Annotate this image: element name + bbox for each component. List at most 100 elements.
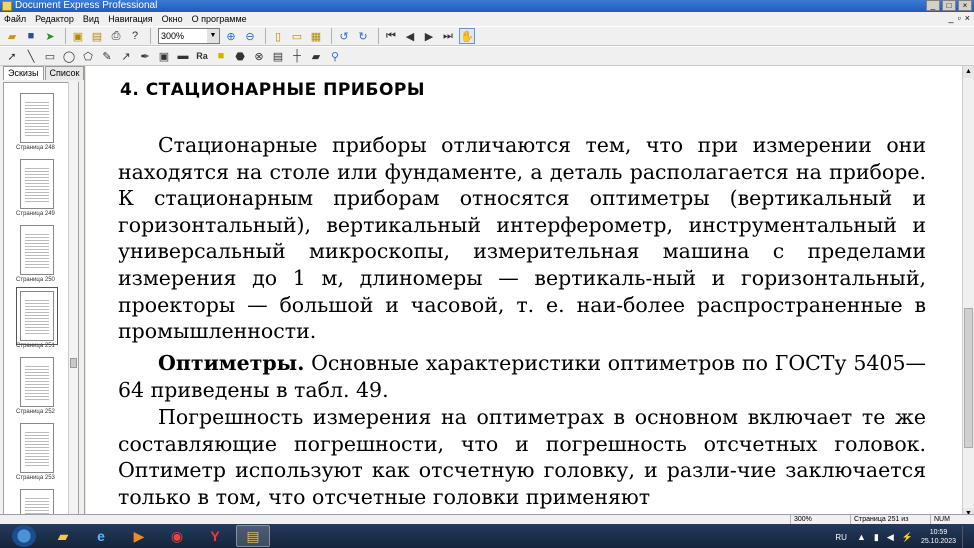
close-button[interactable]: × <box>958 0 972 11</box>
line-icon[interactable]: ╲ <box>23 48 39 64</box>
pen-icon[interactable]: ✒ <box>137 48 153 64</box>
fit-width-icon[interactable]: ▭ <box>289 28 305 44</box>
tab-thumbnails[interactable]: Эскизы <box>3 66 44 80</box>
page-settings-icon[interactable]: ▤ <box>89 28 105 44</box>
actual-size-icon[interactable]: ▦ <box>308 28 324 44</box>
text-box-icon[interactable]: ▣ <box>156 48 172 64</box>
last-page-icon[interactable]: ⏭ <box>440 28 456 44</box>
freehand-icon[interactable]: ✎ <box>99 48 115 64</box>
mdi-minimize-button[interactable]: _ <box>949 13 954 23</box>
menu-navigation[interactable]: Навигация <box>108 14 152 24</box>
fit-page-icon[interactable]: ▯ <box>270 28 286 44</box>
tab-list[interactable]: Список <box>44 66 85 80</box>
document-express-icon[interactable]: ▤ <box>236 525 270 547</box>
chevron-down-icon: ▼ <box>207 29 219 43</box>
thumbnail-label: Страница 251 <box>16 343 55 349</box>
select-arrow-icon[interactable]: ➚ <box>4 48 20 64</box>
tray-arrow-icon[interactable]: ▲ <box>857 532 866 542</box>
rotate-left-icon[interactable]: ↺ <box>336 28 352 44</box>
table-icon[interactable]: ▤ <box>270 48 286 64</box>
network-icon[interactable]: ▮ <box>874 532 879 543</box>
clock[interactable]: 10:59 25.10.2023 <box>921 528 956 546</box>
internet-explorer-icon[interactable]: e <box>84 525 118 547</box>
print-icon[interactable]: ⎙ <box>108 28 124 44</box>
file-explorer-icon[interactable]: ▰ <box>46 525 80 547</box>
thumbnail-label: Страница 253 <box>16 475 55 481</box>
paragraph-text: Погрешность измерения на оптиметрах в ос… <box>118 405 926 509</box>
annotation-toolbar: ➚ ╲ ▭ ◯ ⬠ ✎ ↗ ✒ ▣ ▬ Ra ■ ⬣ ⊗ ▤ ┼ ▰ ⚲ <box>0 46 974 66</box>
sidebar-scrollbar[interactable] <box>68 82 78 518</box>
attach-icon[interactable]: ⚲ <box>327 48 343 64</box>
status-bar: 300% Страница 251 из NUM <box>0 514 974 525</box>
thumbnail-label: Страница 250 <box>16 277 55 283</box>
zoom-value: 300% <box>161 31 185 41</box>
thumbnail-page-250[interactable] <box>20 225 54 275</box>
thumbnail-page-252[interactable] <box>20 357 54 407</box>
mdi-restore-button[interactable]: ▫ <box>958 13 961 23</box>
paragraph-1: Стационарные приборы отличаются тем, что… <box>118 132 926 345</box>
yandex-browser-icon[interactable]: Y <box>198 525 232 547</box>
next-page-icon[interactable]: ▶ <box>421 28 437 44</box>
zoom-select[interactable]: 300% ▼ <box>158 28 220 44</box>
document-view[interactable]: 4. СТАЦИОНАРНЫЕ ПРИБОРЫ Стационарные при… <box>86 66 962 520</box>
highlight-icon[interactable]: ▬ <box>175 48 191 64</box>
sidebar-scroll-thumb[interactable] <box>70 358 77 368</box>
maximize-button[interactable]: □ <box>942 0 956 11</box>
thumbnail-label: Страница 249 <box>16 211 55 217</box>
menu-about[interactable]: О программе <box>192 14 247 24</box>
hand-tool-icon[interactable]: ✋ <box>459 28 475 44</box>
thumbnail-page-249[interactable] <box>20 159 54 209</box>
rectangle-icon[interactable]: ▭ <box>42 48 58 64</box>
minimize-button[interactable]: _ <box>926 0 940 11</box>
previous-page-icon[interactable]: ◀ <box>402 28 418 44</box>
title-bar: Document Express Professional _ □ × <box>0 0 974 12</box>
stamp-icon[interactable]: ⬣ <box>232 48 248 64</box>
section-heading: 4. СТАЦИОНАРНЫЕ ПРИБОРЫ <box>120 80 425 100</box>
power-icon[interactable]: ⚡ <box>902 532 913 543</box>
font-icon[interactable]: Ra <box>194 48 210 64</box>
menu-view[interactable]: Вид <box>83 14 99 24</box>
menu-edit[interactable]: Редактор <box>35 14 74 24</box>
save-icon[interactable]: ■ <box>23 28 39 44</box>
thumbnail-page-251[interactable] <box>16 287 58 345</box>
thumbnail-sidebar: Эскизы Список Страница 248 Страница 249 … <box>0 66 85 520</box>
page-icon[interactable]: ▣ <box>70 28 86 44</box>
clock-date: 25.10.2023 <box>920 538 956 545</box>
document-scroll-thumb[interactable] <box>964 308 973 448</box>
menu-file[interactable]: Файл <box>4 14 26 24</box>
document-scrollbar[interactable]: ▲ ▼ <box>962 66 974 520</box>
menu-window[interactable]: Окно <box>162 14 183 24</box>
open-icon[interactable]: ▰ <box>4 28 20 44</box>
arrow-icon[interactable]: ↗ <box>118 48 134 64</box>
show-desktop-button[interactable] <box>962 526 970 548</box>
crosshair-icon[interactable]: ┼ <box>289 48 305 64</box>
zoom-in-icon[interactable]: ⊕ <box>223 28 239 44</box>
media-player-icon[interactable]: ▶ <box>122 525 156 547</box>
start-button[interactable] <box>12 525 36 547</box>
thumbnail-label: Страница 252 <box>16 409 55 415</box>
delete-annotation-icon[interactable]: ⊗ <box>251 48 267 64</box>
paragraph-text: Стационарные приборы отличаются тем, что… <box>118 133 926 344</box>
taskbar: ▰ e ▶ ◉ Y ▤ RU ▲ ▮ ◀ ⚡ 10:59 25.10.2023 <box>0 524 974 548</box>
eraser-icon[interactable]: ▰ <box>308 48 324 64</box>
polygon-icon[interactable]: ⬠ <box>80 48 96 64</box>
paragraph-2: Оптиметры. Основные характеристики оптим… <box>118 350 926 403</box>
zoom-out-icon[interactable]: ⊖ <box>242 28 258 44</box>
paragraph-bold-term: Оптиметры. <box>158 351 305 375</box>
language-indicator[interactable]: RU <box>835 533 847 542</box>
thumbnail-page-248[interactable] <box>20 93 54 143</box>
scroll-up-icon[interactable]: ▲ <box>963 66 974 78</box>
chrome-icon[interactable]: ◉ <box>160 525 194 547</box>
mdi-close-button[interactable]: × <box>965 13 970 23</box>
first-page-icon[interactable]: ⏮ <box>383 28 399 44</box>
ellipse-icon[interactable]: ◯ <box>61 48 77 64</box>
thumbnail-page-253[interactable] <box>20 423 54 473</box>
clock-time: 10:59 <box>929 529 948 536</box>
sticky-note-icon[interactable]: ■ <box>213 48 229 64</box>
export-icon[interactable]: ➤ <box>42 28 58 44</box>
rotate-right-icon[interactable]: ↻ <box>355 28 371 44</box>
app-icon <box>2 1 12 11</box>
volume-icon[interactable]: ◀ <box>887 532 894 543</box>
window-title: Document Express Professional <box>15 0 158 11</box>
help-icon[interactable]: ? <box>127 28 143 44</box>
